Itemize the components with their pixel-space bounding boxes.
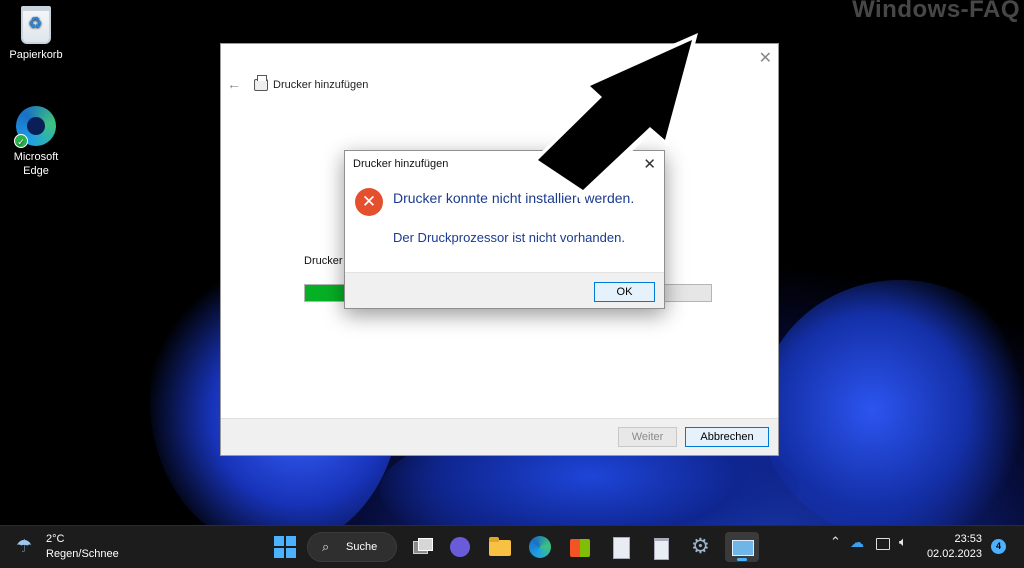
check-icon: ✓ xyxy=(14,134,28,148)
file-explorer-icon[interactable] xyxy=(485,532,515,562)
onedrive-cloud-icon[interactable]: ☁ xyxy=(850,534,864,551)
search-label: Suche xyxy=(346,541,378,553)
printer-icon xyxy=(254,75,268,91)
status-text: Drucker xyxy=(304,255,343,267)
annotation-arrow-icon xyxy=(530,33,698,200)
store-icon[interactable] xyxy=(565,532,595,562)
progress-fill xyxy=(305,285,346,301)
dialog-footer: OK xyxy=(345,272,664,308)
search-icon: ⌕ xyxy=(322,539,330,554)
watermark: Windows-FAQ xyxy=(852,0,1020,23)
desktop-icon-recycle-bin[interactable]: ♻ Papierkorb xyxy=(0,6,72,62)
clock-date: 02.02.2023 xyxy=(926,548,982,560)
control-panel-icon[interactable] xyxy=(725,532,759,562)
desktop-icon-label: Papierkorb xyxy=(9,49,63,61)
next-button[interactable]: Weiter xyxy=(618,427,677,447)
edge-icon[interactable] xyxy=(525,532,555,562)
recycle-bin-icon[interactable] xyxy=(645,532,675,562)
edge-icon: ✓ xyxy=(14,106,56,148)
error-detail: Der Druckprozessor ist nicht vorhanden. xyxy=(393,230,625,245)
clock-time: 23:53 xyxy=(954,533,982,545)
settings-gear-icon[interactable] xyxy=(686,532,716,562)
wallpaper-bloom xyxy=(760,280,1024,540)
error-icon: ✕ xyxy=(355,188,383,216)
volume-icon[interactable]: 🔈︎ xyxy=(899,534,907,550)
task-view-icon[interactable] xyxy=(408,532,438,562)
chevron-up-icon[interactable]: ⌃ xyxy=(830,534,841,550)
teams-chat-icon[interactable] xyxy=(445,532,475,562)
back-arrow-icon[interactable]: ← xyxy=(227,76,241,92)
notification-badge[interactable]: 4 xyxy=(991,539,1006,554)
ok-button[interactable]: OK xyxy=(594,282,655,302)
desktop-icon-label: Microsoft Edge xyxy=(13,151,59,177)
cancel-button[interactable]: Abbrechen xyxy=(685,427,769,447)
notepad-icon[interactable] xyxy=(605,532,635,562)
window-title: Drucker hinzufügen xyxy=(273,79,369,91)
start-button[interactable] xyxy=(270,532,300,562)
close-icon[interactable]: ✕ xyxy=(759,48,772,68)
weather-temp: 2°C xyxy=(46,533,65,545)
taskbar: ☂ 2°C Regen/Schnee ⌕ Suche ⌃ ☁ 🔈︎ 23:53 … xyxy=(0,525,1024,568)
recycle-bin-icon: ♻ xyxy=(21,6,51,44)
network-icon[interactable] xyxy=(876,538,890,550)
weather-condition: Regen/Schnee xyxy=(46,548,119,560)
system-clock[interactable]: 23:53 02.02.2023 xyxy=(926,532,982,562)
rain-umbrella-icon: ☂ xyxy=(16,536,33,556)
desktop-icon-edge[interactable]: ✓ Microsoft Edge xyxy=(0,106,72,178)
wizard-footer: Weiter Abbrechen xyxy=(221,418,778,455)
search-button[interactable]: ⌕ Suche xyxy=(307,532,397,562)
